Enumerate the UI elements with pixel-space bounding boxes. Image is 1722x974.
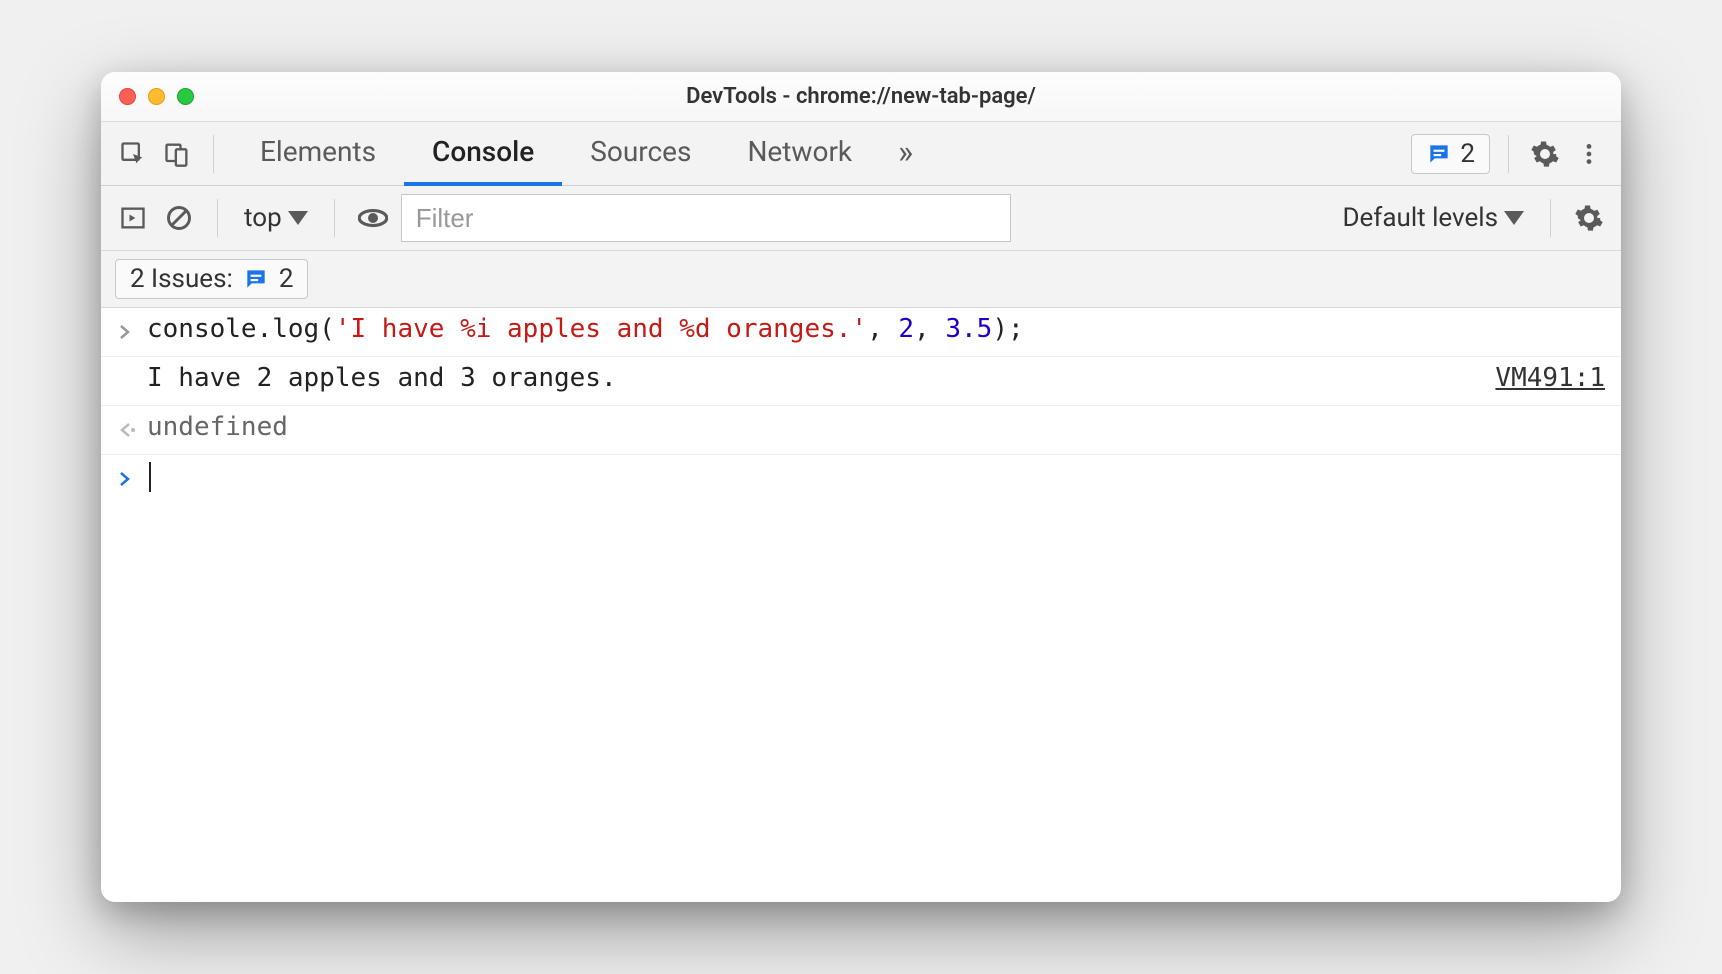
console-return-value: undefined (101, 406, 1621, 455)
close-window-button[interactable] (119, 88, 136, 105)
log-levels-selector[interactable]: Default levels (1336, 203, 1530, 233)
divider (1508, 135, 1509, 173)
console-prompt[interactable] (101, 455, 1621, 503)
code-text: console.log('I have %i apples and %d ora… (147, 314, 1605, 344)
console-toolbar: top Default levels (101, 186, 1621, 251)
divider (1550, 199, 1551, 237)
chevron-down-icon (1504, 211, 1524, 225)
window-title: DevTools - chrome://new-tab-page/ (686, 84, 1036, 109)
tabs: Elements Console Sources Network » (232, 122, 931, 186)
return-chevron-icon (117, 412, 147, 448)
prompt-input[interactable] (147, 461, 1605, 492)
more-menu-icon[interactable] (1571, 136, 1607, 172)
text-cursor (149, 462, 151, 492)
settings-gear-icon[interactable] (1527, 136, 1563, 172)
minimize-window-button[interactable] (148, 88, 165, 105)
issues-badge[interactable]: 2 (1411, 134, 1490, 174)
divider (217, 199, 218, 237)
message-icon (243, 266, 269, 292)
gutter-spacer (117, 363, 147, 399)
tab-bar: Elements Console Sources Network » 2 (101, 122, 1621, 186)
context-selector[interactable]: top (238, 203, 314, 233)
divider (334, 199, 335, 237)
return-text: undefined (147, 412, 1605, 442)
devtools-window: DevTools - chrome://new-tab-page/ Elemen… (101, 72, 1621, 902)
traffic-lights (119, 88, 194, 105)
tab-network[interactable]: Network (719, 122, 880, 186)
device-toolbar-icon[interactable] (159, 136, 195, 172)
tab-elements[interactable]: Elements (232, 122, 404, 186)
maximize-window-button[interactable] (177, 88, 194, 105)
output-text: I have 2 apples and 3 oranges. (147, 363, 1479, 393)
titlebar: DevTools - chrome://new-tab-page/ (101, 72, 1621, 122)
tab-console[interactable]: Console (404, 122, 562, 186)
message-icon (1426, 141, 1452, 167)
toggle-drawer-icon[interactable] (115, 200, 151, 236)
levels-label: Default levels (1342, 203, 1498, 233)
clear-console-icon[interactable] (161, 200, 197, 236)
tab-sources[interactable]: Sources (562, 122, 719, 186)
filter-input[interactable] (401, 194, 1011, 242)
console-input-echo: console.log('I have %i apples and %d ora… (101, 308, 1621, 357)
inspect-element-icon[interactable] (115, 136, 151, 172)
live-expression-icon[interactable] (355, 200, 391, 236)
chevron-down-icon (288, 211, 308, 225)
context-label: top (244, 203, 282, 233)
prompt-chevron-icon (117, 461, 147, 497)
console-log-output: I have 2 apples and 3 oranges. VM491:1 (101, 357, 1621, 406)
divider (213, 135, 214, 173)
issues-button[interactable]: 2 Issues: 2 (115, 259, 308, 299)
source-link[interactable]: VM491:1 (1495, 363, 1605, 393)
issues-count: 2 (1460, 139, 1475, 169)
issues-bar-count: 2 (279, 264, 294, 294)
console-output: console.log('I have %i apples and %d ora… (101, 308, 1621, 902)
issues-label: 2 Issues: (130, 264, 233, 294)
input-chevron-icon (117, 314, 147, 350)
tabs-overflow-icon[interactable]: » (880, 122, 931, 186)
console-settings-gear-icon[interactable] (1571, 200, 1607, 236)
issues-bar: 2 Issues: 2 (101, 251, 1621, 308)
